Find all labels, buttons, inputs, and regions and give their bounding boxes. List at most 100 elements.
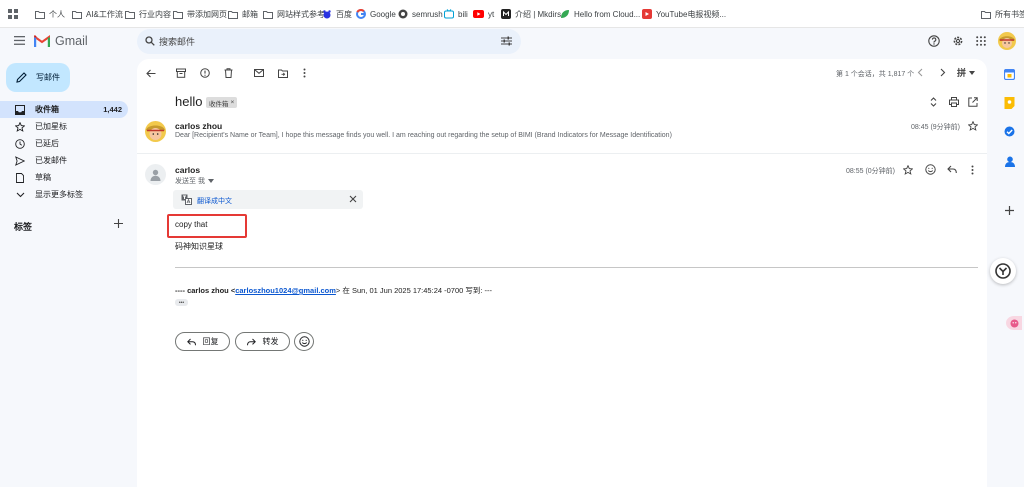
move-to-icon[interactable] xyxy=(276,66,290,80)
delete-trash-icon[interactable] xyxy=(221,66,235,80)
back-arrow-icon[interactable] xyxy=(144,66,158,80)
bookmark-semrush[interactable]: semrush xyxy=(397,7,443,21)
reply-arrow-icon[interactable] xyxy=(947,165,957,174)
print-icon[interactable] xyxy=(949,97,959,107)
bookmark-folder-styles[interactable]: 网站样式参考 xyxy=(262,7,325,21)
assistant-logo-icon xyxy=(995,263,1011,279)
search-options-icon[interactable] xyxy=(501,36,512,46)
help-icon[interactable] xyxy=(928,35,940,47)
nav-label: 草稿 xyxy=(35,173,51,182)
quoted-email-link[interactable]: carloszhou1024@gmail.com xyxy=(235,286,336,295)
search-icon[interactable] xyxy=(145,36,155,46)
contacts-icon[interactable] xyxy=(1005,156,1015,167)
more-options-icon[interactable] xyxy=(297,66,311,80)
search-input[interactable] xyxy=(159,33,479,50)
red-app-icon xyxy=(641,9,652,20)
message-2-recipients[interactable]: 发送至 我 xyxy=(175,176,214,186)
older-chevron-right-icon[interactable] xyxy=(940,68,946,77)
reply-button[interactable]: 回复 xyxy=(175,332,230,351)
nav-item-starred[interactable]: 已加星标 xyxy=(0,118,128,135)
calendar-icon[interactable] xyxy=(1004,69,1015,80)
message-1-sender[interactable]: carlos zhou xyxy=(175,121,222,131)
message-2-time: 08:55 (0分钟前) xyxy=(846,168,896,175)
nav-item-sent[interactable]: 已发邮件 xyxy=(0,152,128,169)
nav-item-inbox[interactable]: 收件箱 1,442 xyxy=(0,101,128,118)
add-reaction-emoji-icon[interactable] xyxy=(925,164,936,175)
gmail-logo[interactable]: Gmail xyxy=(34,34,88,48)
bookmark-folder-personal[interactable]: 个人 xyxy=(34,7,65,21)
sender-avatar-carlos[interactable] xyxy=(145,164,166,185)
translate-link[interactable]: 翻译成中文 xyxy=(197,196,232,206)
google-apps-icon[interactable] xyxy=(976,36,986,46)
nav-item-more[interactable]: 显示更多标签 xyxy=(0,186,128,203)
newer-chevron-left-icon[interactable] xyxy=(917,68,923,77)
quoted-header: ---- carlos zhou <carloszhou1024@gmail.c… xyxy=(175,285,492,296)
archive-icon[interactable] xyxy=(174,66,188,80)
bookmark-folder-industry[interactable]: 行业内容 xyxy=(124,7,171,21)
tasks-icon[interactable] xyxy=(1004,126,1015,137)
nav-item-snoozed[interactable]: 已延后 xyxy=(0,135,128,152)
translate-bar: 翻译成中文 xyxy=(173,190,363,209)
leaf-icon xyxy=(559,9,570,20)
message-2-star-icon[interactable] xyxy=(903,165,913,175)
report-spam-icon[interactable] xyxy=(198,66,212,80)
chevron-down-icon xyxy=(15,190,25,200)
expand-all-icon[interactable] xyxy=(930,97,937,107)
translate-close-icon[interactable] xyxy=(349,195,357,203)
input-tools-selector[interactable]: 拼 xyxy=(957,66,976,79)
emoji-reaction-button[interactable] xyxy=(294,332,314,351)
bookmark-mkdirs[interactable]: 介绍 | Mkdirs xyxy=(500,7,561,21)
search-bar[interactable] xyxy=(137,29,521,54)
message-more-options-icon[interactable] xyxy=(971,165,974,175)
nav-item-drafts[interactable]: 草稿 xyxy=(0,169,128,186)
inbox-count: 1,442 xyxy=(103,105,122,114)
label-chip-close-icon[interactable]: × xyxy=(231,99,235,106)
bookmark-label: 个人 xyxy=(49,9,65,19)
bookmark-label: AI&工作流 xyxy=(86,9,123,19)
bookmark-google[interactable]: Google xyxy=(355,7,396,21)
folder-icon xyxy=(227,9,238,20)
forward-button[interactable]: 转发 xyxy=(235,332,290,351)
label-chip-inbox[interactable]: 收件箱 × xyxy=(206,97,238,108)
side-widget-pink[interactable] xyxy=(1006,316,1022,330)
message-1-snippet[interactable]: Dear [Recipient's Name or Team], I hope … xyxy=(175,132,672,139)
bookmark-folder-mail[interactable]: 邮箱 xyxy=(227,7,258,21)
bookmark-label: 邮箱 xyxy=(242,9,258,19)
message-2-sender[interactable]: carlos xyxy=(175,165,200,175)
caret-down-icon[interactable] xyxy=(207,179,214,183)
keep-icon[interactable] xyxy=(1004,97,1015,109)
assistant-floating-button[interactable] xyxy=(990,258,1016,284)
main-menu-icon[interactable] xyxy=(14,36,25,45)
compose-button[interactable]: 写邮件 xyxy=(6,63,70,92)
folder-icon xyxy=(980,9,991,20)
bookmark-baidu[interactable]: 百度 xyxy=(321,7,352,21)
sender-avatar-carlos-zhou[interactable] xyxy=(145,121,166,142)
get-addons-plus-icon[interactable] xyxy=(1005,206,1014,215)
bookmark-all[interactable]: 所有书签 xyxy=(980,7,1024,21)
trimmed-content-dots: ••• xyxy=(178,299,185,306)
semrush-icon xyxy=(397,9,408,20)
inbox-icon xyxy=(15,104,25,115)
bookmark-folder-ai[interactable]: AI&工作流 xyxy=(71,7,123,21)
mark-unread-icon[interactable] xyxy=(252,66,266,80)
bookmark-folder-pending[interactable]: 带添加网页 xyxy=(172,7,227,21)
open-new-window-icon[interactable] xyxy=(968,97,978,107)
bookmark-youtube-telegram[interactable]: YouTube电报视频... xyxy=(641,7,726,21)
show-trimmed-content-button[interactable]: ••• xyxy=(175,299,188,306)
message-1-time: 08:45 (9分钟前) xyxy=(911,124,961,131)
bookmark-yt[interactable]: yt xyxy=(473,7,494,21)
bookmark-bili[interactable]: bili xyxy=(443,7,468,21)
message-1-star-icon[interactable] xyxy=(968,121,978,131)
settings-gear-icon[interactable] xyxy=(952,35,964,47)
account-avatar[interactable] xyxy=(998,32,1016,50)
email-subject: hello xyxy=(175,94,203,109)
bookmark-label: 带添加网页 xyxy=(187,9,227,19)
folder-icon xyxy=(71,9,82,20)
pink-widget-icon xyxy=(1010,319,1018,327)
apps-grid-icon[interactable] xyxy=(8,7,18,21)
translate-icon xyxy=(181,194,192,205)
forward-label: 转发 xyxy=(262,337,279,346)
bookmark-label: Google xyxy=(370,9,396,19)
bookmark-cloud[interactable]: Hello from Cloud... xyxy=(559,7,640,21)
add-label-icon[interactable] xyxy=(114,219,123,228)
